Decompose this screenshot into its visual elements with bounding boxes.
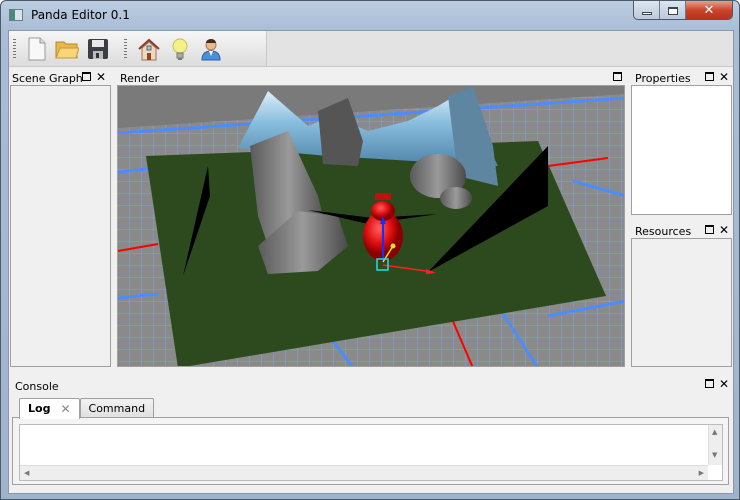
scroll-left-icon[interactable]: ◀ bbox=[24, 469, 29, 477]
tab-log[interactable]: Log ✕ bbox=[19, 398, 80, 419]
close-icon: ✕ bbox=[719, 70, 730, 84]
console-tab-pane: ▲ ▼ ◀ ▶ bbox=[12, 417, 729, 485]
scene-graph-title[interactable]: Scene Graph bbox=[9, 68, 109, 86]
toolbar-grip[interactable] bbox=[13, 39, 16, 59]
panda-editor-icon bbox=[9, 9, 23, 21]
maximize-button[interactable] bbox=[660, 1, 686, 19]
user-icon bbox=[201, 39, 221, 61]
home-button[interactable] bbox=[136, 36, 162, 62]
main-window: Panda Editor 0.1 ✕ Scene Graph ✕ Render … bbox=[0, 0, 740, 500]
render-float-button[interactable] bbox=[613, 72, 622, 83]
toolbar-grip[interactable] bbox=[124, 39, 127, 59]
console-tabs: Log ✕ Command bbox=[19, 398, 155, 419]
actor-button[interactable] bbox=[198, 36, 224, 62]
light-button[interactable] bbox=[167, 36, 193, 62]
toolbar-area bbox=[267, 31, 733, 67]
float-icon bbox=[705, 72, 714, 81]
gizmo-y-handle[interactable] bbox=[390, 243, 396, 249]
minimize-icon bbox=[641, 12, 652, 15]
close-icon: ✕ bbox=[719, 377, 730, 391]
properties-close-button[interactable]: ✕ bbox=[719, 70, 730, 84]
close-icon: ✕ bbox=[703, 3, 715, 18]
close-icon: ✕ bbox=[96, 70, 107, 84]
scene-graph-close-button[interactable]: ✕ bbox=[96, 70, 107, 84]
scene-graph-tree[interactable] bbox=[10, 85, 111, 367]
float-icon bbox=[613, 72, 622, 81]
new-file-button[interactable] bbox=[24, 36, 50, 62]
maximize-icon bbox=[667, 6, 678, 15]
main-toolbar bbox=[9, 31, 267, 67]
console-float-button[interactable] bbox=[705, 379, 714, 390]
properties-title[interactable]: Properties bbox=[632, 68, 691, 86]
tab-log-label: Log bbox=[28, 402, 51, 415]
console-title[interactable]: Console bbox=[12, 376, 59, 394]
window-title: Panda Editor 0.1 bbox=[31, 8, 130, 22]
home-icon bbox=[138, 38, 160, 61]
properties-float-button[interactable] bbox=[705, 72, 714, 83]
tab-command-label: Command bbox=[88, 402, 146, 415]
console-close-button[interactable]: ✕ bbox=[719, 377, 730, 391]
title-bar[interactable]: Panda Editor 0.1 ✕ bbox=[1, 1, 739, 29]
save-file-button[interactable] bbox=[85, 36, 111, 62]
scene-graph-float-button[interactable] bbox=[82, 72, 91, 83]
float-icon bbox=[705, 379, 714, 388]
scroll-down-icon[interactable]: ▼ bbox=[712, 451, 717, 459]
render-viewport[interactable] bbox=[117, 85, 625, 367]
new-document-icon bbox=[28, 37, 46, 61]
resources-close-button[interactable]: ✕ bbox=[719, 223, 730, 237]
open-folder-icon bbox=[55, 41, 79, 59]
client-area: Scene Graph ✕ Render Properties ✕ Resour… bbox=[8, 30, 734, 494]
minimize-button[interactable] bbox=[634, 1, 660, 19]
scene-3d-view[interactable] bbox=[118, 86, 625, 367]
log-output[interactable]: ▲ ▼ ◀ ▶ bbox=[19, 424, 723, 481]
render-title[interactable]: Render bbox=[117, 68, 159, 86]
float-icon bbox=[705, 225, 714, 234]
properties-panel[interactable] bbox=[631, 85, 732, 215]
close-button[interactable]: ✕ bbox=[686, 1, 732, 19]
open-file-button[interactable] bbox=[54, 36, 80, 62]
float-icon bbox=[82, 72, 91, 81]
boulder-small bbox=[440, 187, 472, 209]
resources-title[interactable]: Resources bbox=[632, 221, 691, 239]
tab-close-icon[interactable]: ✕ bbox=[60, 402, 70, 419]
character-hat bbox=[375, 193, 391, 200]
vertical-scrollbar[interactable]: ▲ ▼ bbox=[708, 425, 722, 465]
resources-panel[interactable] bbox=[631, 238, 732, 367]
save-disk-icon bbox=[88, 39, 108, 59]
close-icon: ✕ bbox=[719, 223, 730, 237]
scroll-right-icon[interactable]: ▶ bbox=[699, 469, 704, 477]
resources-float-button[interactable] bbox=[705, 225, 714, 236]
lightbulb-icon bbox=[172, 38, 188, 60]
scroll-up-icon[interactable]: ▲ bbox=[712, 428, 717, 436]
tab-command[interactable]: Command bbox=[79, 398, 155, 418]
horizontal-scrollbar[interactable]: ◀ ▶ bbox=[20, 465, 708, 480]
window-controls: ✕ bbox=[633, 1, 733, 20]
